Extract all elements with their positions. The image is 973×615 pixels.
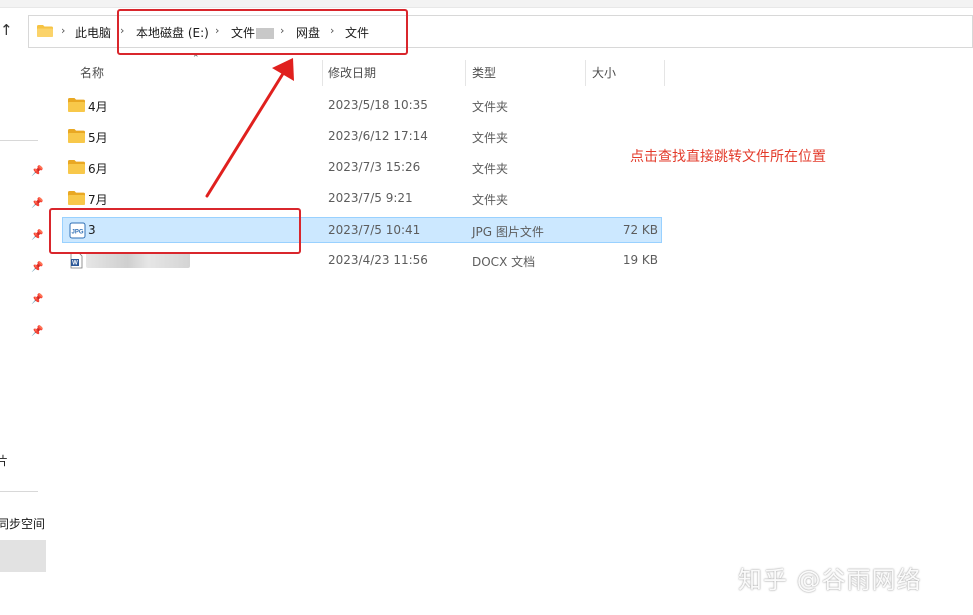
file-type: 文件夹 xyxy=(472,100,509,114)
file-size: 19 KB xyxy=(622,253,658,267)
annotation-highlight-file xyxy=(49,208,301,254)
nav-item-pictures[interactable]: 片 xyxy=(0,452,8,469)
file-name[interactable]: 6月 xyxy=(88,160,108,177)
file-name[interactable]: 4月 xyxy=(88,98,108,115)
file-date: 2023/7/5 10:41 xyxy=(328,223,421,237)
pin-icon: 📌 xyxy=(31,294,44,305)
chevron-right-icon[interactable]: › xyxy=(61,24,65,37)
column-header-name[interactable]: 名称 xyxy=(80,60,104,86)
file-date: 2023/7/5 9:21 xyxy=(328,191,413,205)
watermark: 知乎 @谷雨网络 xyxy=(738,566,922,594)
up-arrow-icon[interactable]: ↑ xyxy=(0,19,14,41)
sort-ascending-icon: ⌃ xyxy=(192,54,200,64)
file-name[interactable]: 5月 xyxy=(88,129,108,146)
file-date: 2023/7/3 15:26 xyxy=(328,160,421,174)
file-size: 72 KB xyxy=(622,223,658,237)
svg-text:W: W xyxy=(72,261,78,267)
file-type: DOCX 文档 xyxy=(472,255,536,269)
file-date: 2023/4/23 11:56 xyxy=(328,253,428,267)
file-type: JPG 图片文件 xyxy=(472,225,544,239)
file-row[interactable]: 6月 2023/7/3 15:26 文件夹 xyxy=(62,155,662,181)
nav-divider xyxy=(0,140,38,141)
column-header-size[interactable]: 大小 xyxy=(592,60,616,86)
pin-icon: 📌 xyxy=(31,326,44,337)
window-top-strip xyxy=(0,0,973,8)
nav-divider xyxy=(0,491,38,492)
nav-item-sync-space[interactable]: 同步空间 xyxy=(0,515,45,532)
file-type: 文件夹 xyxy=(472,193,509,207)
file-date: 2023/6/12 17:14 xyxy=(328,129,428,143)
redacted-file-name xyxy=(86,252,190,268)
file-row[interactable]: 5月 2023/6/12 17:14 文件夹 xyxy=(62,124,662,150)
pin-icon: 📌 xyxy=(31,262,44,273)
folder-icon xyxy=(68,160,85,174)
column-separator[interactable] xyxy=(322,60,323,86)
pin-icon: 📌 xyxy=(31,166,44,177)
column-separator[interactable] xyxy=(585,60,586,86)
folder-icon xyxy=(68,98,85,112)
pin-icon: 📌 xyxy=(31,198,44,209)
annotation-highlight-address xyxy=(117,9,408,55)
column-separator[interactable] xyxy=(664,60,665,86)
column-header-type[interactable]: 类型 xyxy=(472,60,496,86)
folder-icon xyxy=(37,25,53,37)
file-date: 2023/5/18 10:35 xyxy=(328,98,428,112)
annotation-text: 点击查找直接跳转文件所在位置 xyxy=(630,149,826,165)
file-type: 文件夹 xyxy=(472,131,509,145)
file-type: 文件夹 xyxy=(472,162,509,176)
file-name[interactable]: 7月 xyxy=(88,191,108,208)
docx-file-icon: W xyxy=(70,252,83,269)
pin-icon: 📌 xyxy=(31,230,44,241)
breadcrumb-this-pc[interactable]: 此电脑 xyxy=(75,24,111,41)
file-row[interactable]: 4月 2023/5/18 10:35 文件夹 xyxy=(62,93,662,119)
nav-item-selected[interactable] xyxy=(0,540,46,572)
folder-icon xyxy=(68,129,85,143)
column-separator[interactable] xyxy=(465,60,466,86)
column-header-date[interactable]: 修改日期 xyxy=(328,60,376,86)
folder-icon xyxy=(68,191,85,205)
